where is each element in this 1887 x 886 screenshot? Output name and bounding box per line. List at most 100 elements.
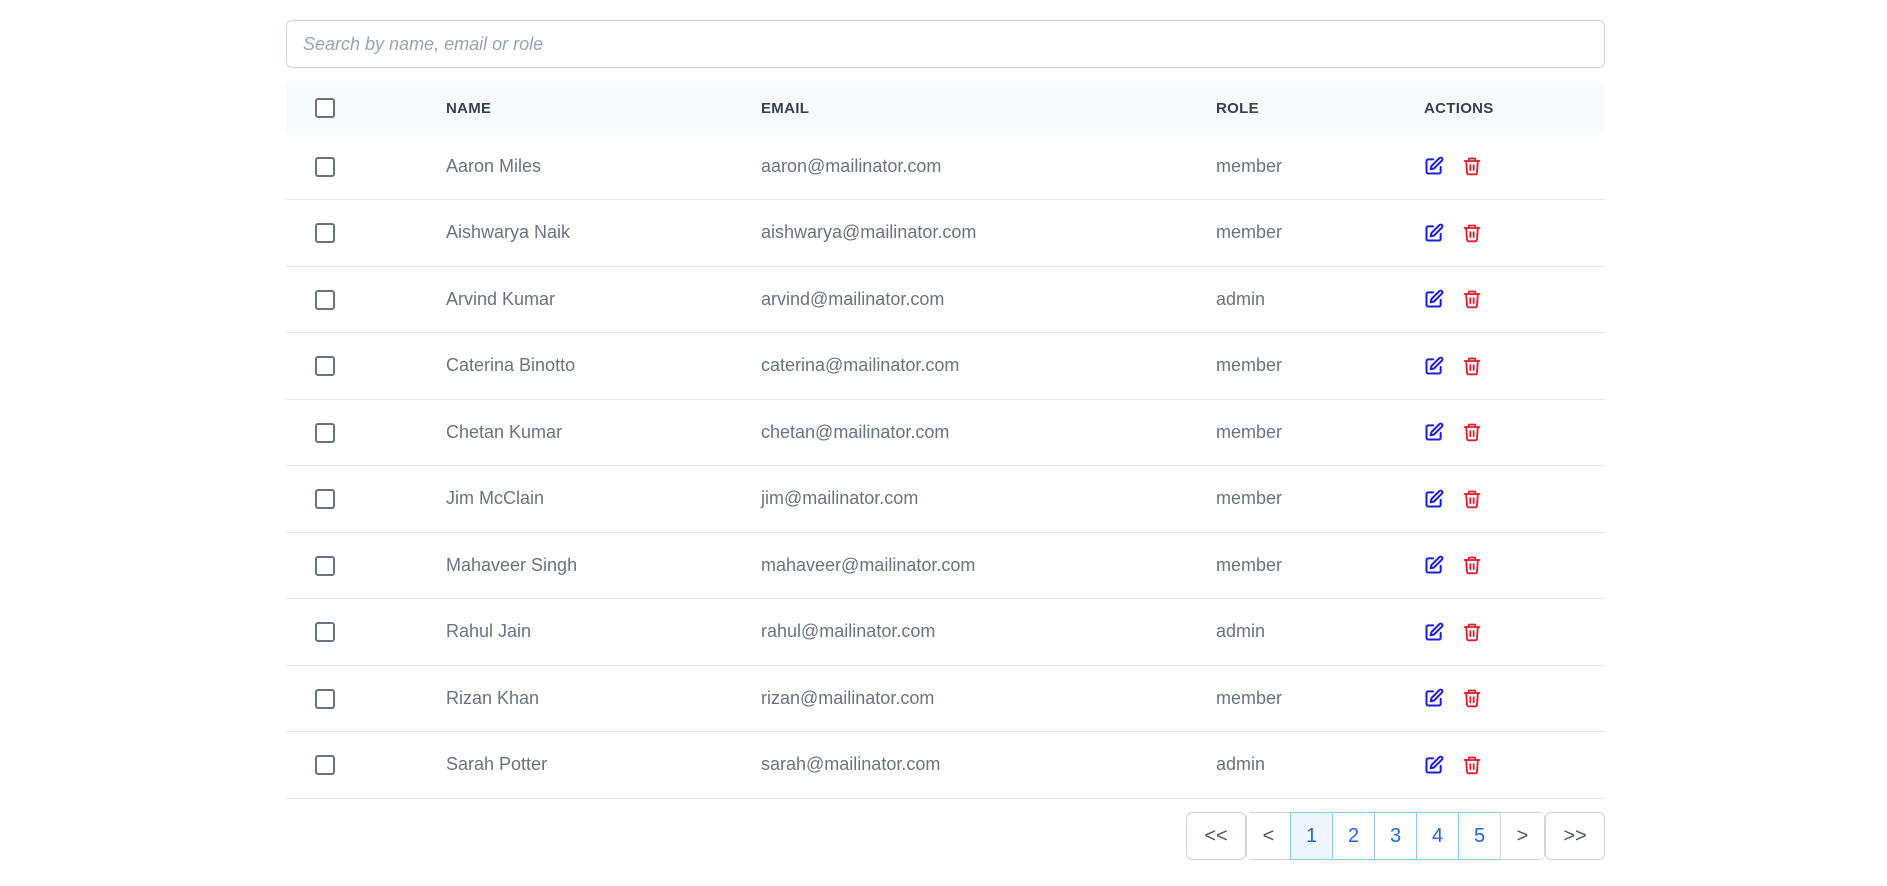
user-role: admin — [1216, 288, 1266, 309]
table-row: Rizan Khan rizan@mailinator.com member — [286, 665, 1605, 732]
user-name: Arvind Kumar — [446, 288, 556, 309]
edit-icon[interactable] — [1424, 223, 1444, 243]
row-actions — [1424, 333, 1605, 400]
table-row: Sarah Potter sarah@mailinator.com admin — [286, 732, 1605, 799]
row-actions — [1424, 732, 1605, 799]
user-email: mahaveer@mailinator.com — [761, 554, 976, 575]
row-checkbox[interactable] — [315, 755, 335, 776]
last-page-button[interactable]: >> — [1545, 812, 1605, 860]
header-actions: ACTIONS — [1424, 99, 1494, 117]
trash-icon[interactable] — [1462, 489, 1482, 509]
edit-icon[interactable] — [1424, 422, 1444, 442]
first-page-button[interactable]: << — [1186, 812, 1246, 860]
user-role: member — [1216, 355, 1283, 376]
user-email: jim@mailinator.com — [761, 488, 919, 509]
prev-page-button[interactable]: < — [1246, 812, 1291, 860]
page-5-button[interactable]: 5 — [1458, 812, 1501, 860]
row-checkbox[interactable] — [315, 622, 335, 643]
next-page-button[interactable]: > — [1500, 812, 1545, 860]
search-input[interactable] — [286, 20, 1605, 68]
user-role: member — [1216, 421, 1283, 442]
row-actions — [1424, 133, 1605, 200]
user-email: aishwarya@mailinator.com — [761, 222, 977, 243]
edit-icon[interactable] — [1424, 489, 1444, 509]
table-row: Aaron Miles aaron@mailinator.com member — [286, 133, 1605, 200]
edit-icon[interactable] — [1424, 356, 1444, 376]
row-checkbox[interactable] — [315, 289, 335, 310]
user-role: member — [1216, 687, 1283, 708]
user-name: Rizan Khan — [446, 687, 540, 708]
user-name: Aaron Miles — [446, 155, 542, 176]
trash-icon[interactable] — [1462, 422, 1482, 442]
row-actions — [1424, 599, 1605, 666]
row-select-cell — [286, 599, 446, 666]
user-email: rizan@mailinator.com — [761, 687, 935, 708]
row-checkbox[interactable] — [315, 223, 335, 244]
user-name: Caterina Binotto — [446, 355, 576, 376]
pagination: << < 1 2 3 4 5 > >> — [1186, 812, 1605, 860]
header-select-cell — [286, 83, 446, 133]
trash-icon[interactable] — [1462, 555, 1482, 575]
user-role: admin — [1216, 621, 1266, 642]
header-name[interactable]: NAME — [446, 83, 761, 133]
pagination-group: < 1 2 3 4 5 > — [1246, 812, 1545, 860]
row-actions — [1424, 266, 1605, 333]
user-role: member — [1216, 488, 1283, 509]
row-actions — [1424, 665, 1605, 732]
row-select-cell — [286, 200, 446, 267]
select-all-checkbox[interactable] — [315, 98, 335, 118]
row-checkbox[interactable] — [315, 356, 335, 377]
user-name: Aishwarya Naik — [446, 222, 571, 243]
table-header-row: NAME EMAIL ROLE ACTIONS — [286, 83, 1605, 133]
edit-icon[interactable] — [1424, 555, 1444, 575]
row-select-cell — [286, 732, 446, 799]
row-actions — [1424, 200, 1605, 267]
page-2-button[interactable]: 2 — [1332, 812, 1375, 860]
user-name: Mahaveer Singh — [446, 554, 578, 575]
user-name: Sarah Potter — [446, 754, 548, 775]
row-select-cell — [286, 266, 446, 333]
user-email: chetan@mailinator.com — [761, 421, 950, 442]
page-4-button[interactable]: 4 — [1416, 812, 1459, 860]
user-name: Jim McClain — [446, 488, 545, 509]
row-checkbox[interactable] — [315, 489, 335, 510]
page-3-button[interactable]: 3 — [1374, 812, 1417, 860]
trash-icon[interactable] — [1462, 223, 1482, 243]
page-1-button[interactable]: 1 — [1290, 812, 1333, 860]
header-email[interactable]: EMAIL — [761, 83, 1216, 133]
trash-icon[interactable] — [1462, 156, 1482, 176]
row-select-cell — [286, 532, 446, 599]
row-select-cell — [286, 133, 446, 200]
user-email: aaron@mailinator.com — [761, 155, 942, 176]
trash-icon[interactable] — [1462, 688, 1482, 708]
row-select-cell — [286, 333, 446, 400]
table-row: Caterina Binotto caterina@mailinator.com… — [286, 333, 1605, 400]
user-email: sarah@mailinator.com — [761, 754, 941, 775]
row-checkbox[interactable] — [315, 688, 335, 709]
row-actions — [1424, 466, 1605, 533]
user-role: member — [1216, 554, 1283, 575]
users-table: NAME EMAIL ROLE ACTIONS Aaron Miles aaro… — [286, 83, 1605, 799]
row-checkbox[interactable] — [315, 422, 335, 443]
edit-icon[interactable] — [1424, 156, 1444, 176]
edit-icon[interactable] — [1424, 622, 1444, 642]
users-panel: NAME EMAIL ROLE ACTIONS Aaron Miles aaro… — [286, 20, 1605, 860]
table-row: Aishwarya Naik aishwarya@mailinator.com … — [286, 200, 1605, 267]
table-row: Mahaveer Singh mahaveer@mailinator.com m… — [286, 532, 1605, 599]
edit-icon[interactable] — [1424, 688, 1444, 708]
table-row: Arvind Kumar arvind@mailinator.com admin — [286, 266, 1605, 333]
row-checkbox[interactable] — [315, 555, 335, 576]
trash-icon[interactable] — [1462, 622, 1482, 642]
header-role[interactable]: ROLE — [1216, 83, 1424, 133]
trash-icon[interactable] — [1462, 289, 1482, 309]
trash-icon[interactable] — [1462, 356, 1482, 376]
trash-icon[interactable] — [1462, 755, 1482, 775]
row-checkbox[interactable] — [315, 156, 335, 177]
row-actions — [1424, 532, 1605, 599]
edit-icon[interactable] — [1424, 289, 1444, 309]
table-row: Chetan Kumar chetan@mailinator.com membe… — [286, 399, 1605, 466]
edit-icon[interactable] — [1424, 755, 1444, 775]
table-row: Rahul Jain rahul@mailinator.com admin — [286, 599, 1605, 666]
table-row: Jim McClain jim@mailinator.com member — [286, 466, 1605, 533]
row-select-cell — [286, 466, 446, 533]
